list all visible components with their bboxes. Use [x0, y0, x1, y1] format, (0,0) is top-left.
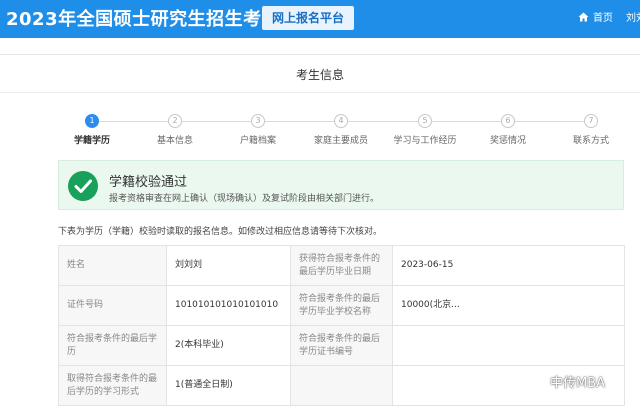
field-label: 符合报考条件的最后学历毕业学校名称: [290, 285, 393, 326]
step-label: 奖惩情况: [489, 136, 526, 146]
step-number: 7: [584, 114, 598, 128]
table-notice: 下表为学历（学籍）校验时读取的报名信息。如修改过相应信息请等待下次核对。: [58, 227, 383, 237]
field-label: 姓名: [58, 245, 167, 286]
watermark-text: 中传MBA: [550, 376, 606, 391]
portal-badge[interactable]: 网上报名平台: [262, 6, 355, 30]
step-label: 学习与工作经历: [393, 136, 457, 146]
field-value: 10000(北京...: [392, 285, 625, 326]
field-value: 101010101010101010: [166, 285, 291, 326]
step-number: 1: [85, 114, 99, 128]
field-value: 2(本科毕业): [166, 325, 291, 366]
verification-success-alert: 学籍校验通过 报考资格审查在网上确认（现场确认）及复试阶段由相关部门进行。: [58, 160, 624, 210]
step-number: 5: [418, 114, 432, 128]
step-number: 3: [251, 114, 265, 128]
field-label: 取得符合报考条件的最后学历的学习形式: [58, 365, 167, 406]
field-label: [290, 365, 393, 406]
alert-description: 报考资格审查在网上确认（现场确认）及复试阶段由相关部门进行。: [109, 194, 380, 204]
step-number: 6: [501, 114, 515, 128]
field-label: 符合报考条件的最后学历: [58, 325, 167, 366]
wechat-logo-icon: [528, 373, 546, 389]
step-item[interactable]: 6 奖惩情况: [468, 114, 548, 146]
home-link[interactable]: 首页: [578, 9, 613, 24]
step-number: 2: [168, 114, 182, 128]
field-value: 刘刘刘: [166, 245, 291, 286]
step-label: 家庭主要成员: [313, 136, 368, 146]
step-item[interactable]: 2 基本信息: [135, 114, 215, 146]
table-row: 姓名 刘刘刘 获得符合报考条件的最后学历毕业日期 2023-06-15: [58, 245, 625, 286]
site-title: 2023年全国硕士研究生招生考试: [6, 9, 281, 30]
home-icon: [578, 12, 589, 21]
alert-title: 学籍校验通过: [109, 175, 188, 190]
step-label: 联系方式: [572, 136, 609, 146]
table-row: 证件号码 101010101010101010 符合报考条件的最后学历毕业学校名…: [58, 285, 625, 326]
title-divider: [0, 92, 640, 93]
field-value: [392, 325, 625, 366]
field-value: 2023-06-15: [392, 245, 625, 286]
step-item[interactable]: 1 学籍学历: [52, 114, 132, 146]
step-item[interactable]: 4 家庭主要成员: [301, 114, 381, 146]
step-label: 户籍档案: [239, 136, 276, 146]
step-item[interactable]: 3 户籍档案: [218, 114, 298, 146]
field-value: 1(普通全日制): [166, 365, 291, 406]
field-label: 符合报考条件的最后学历证书编号: [290, 325, 393, 366]
field-label: 证件号码: [58, 285, 167, 326]
home-label: 首页: [593, 13, 613, 24]
step-label: 学籍学历: [73, 136, 110, 146]
table-row: 符合报考条件的最后学历 2(本科毕业) 符合报考条件的最后学历证书编号: [58, 325, 625, 366]
step-item[interactable]: 7 联系方式: [551, 114, 631, 146]
watermark: 中传MBA: [528, 372, 605, 391]
top-header: 2023年全国硕士研究生招生考试 网上报名平台 首页 刘刘: [0, 0, 640, 38]
step-item[interactable]: 5 学习与工作经历: [385, 114, 465, 146]
step-number: 4: [334, 114, 348, 128]
field-label: 获得符合报考条件的最后学历毕业日期: [290, 245, 393, 286]
page-title: 考生信息: [295, 68, 344, 82]
step-label: 基本信息: [156, 136, 193, 146]
user-name[interactable]: 刘刘: [626, 9, 640, 24]
check-circle-icon: [68, 171, 98, 201]
